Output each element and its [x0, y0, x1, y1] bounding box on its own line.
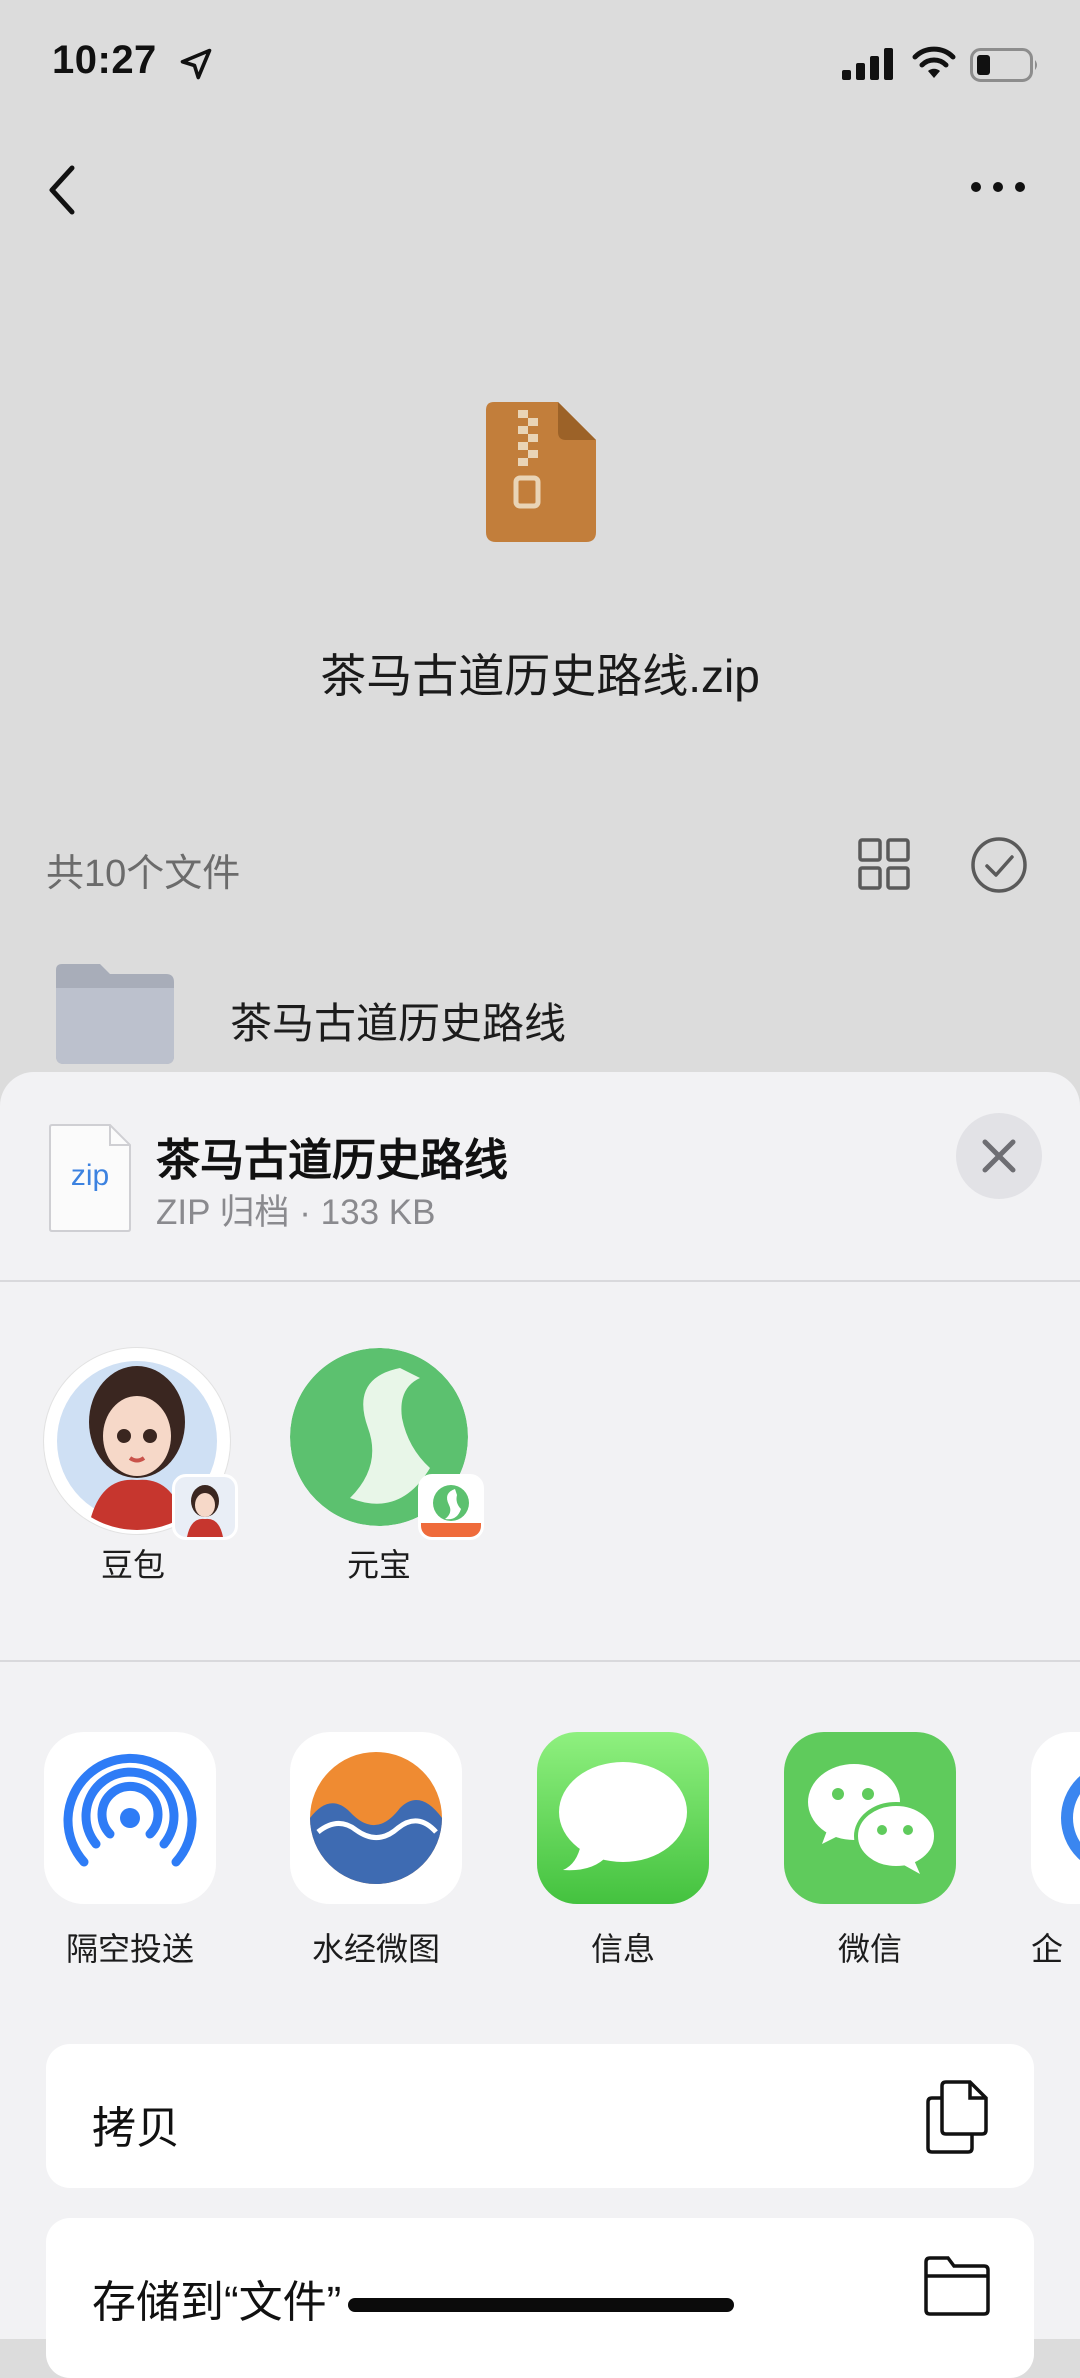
- checkmark-circle-icon[interactable]: [970, 836, 1028, 894]
- app-label: 隔空投送: [65, 1931, 194, 1967]
- sheet-subtitle: ZIP 归档 · 133 KB: [156, 1193, 436, 1232]
- cellular-signal-icon: [842, 48, 893, 80]
- app-partial[interactable]: 企: [1031, 1732, 1080, 1972]
- grid-view-icon[interactable]: [858, 838, 910, 890]
- doubao-badge-icon: [172, 1474, 238, 1540]
- close-button[interactable]: [956, 1113, 1042, 1199]
- partial-app-icon: [1031, 1732, 1080, 1904]
- sheet-file-icon-label: zip: [70, 1159, 110, 1192]
- file-title: 茶马古道历史路线.zip: [320, 650, 760, 702]
- wifi-icon: [912, 46, 956, 78]
- sheet-file-icon: zip: [48, 1123, 132, 1233]
- file-list-item[interactable]: 茶马古道历史路线: [0, 944, 1080, 1072]
- status-time: 10:27: [52, 38, 157, 82]
- app-label: 信息: [590, 1931, 655, 1967]
- folder-outline-icon: [924, 2256, 990, 2316]
- folder-icon: [56, 964, 174, 1064]
- yuanbao-badge-icon: [418, 1474, 484, 1540]
- zip-archive-icon: [486, 402, 596, 542]
- sheet-divider-top: [0, 1280, 1080, 1282]
- more-options-button[interactable]: [968, 172, 1028, 202]
- app-label: 水经微图: [311, 1931, 440, 1967]
- airdrop-icon: [44, 1732, 216, 1904]
- battery-icon: [970, 48, 1037, 82]
- close-icon: [982, 1139, 1016, 1173]
- app-label: 企: [1031, 1931, 1064, 1967]
- copy-icon: [926, 2080, 988, 2154]
- location-arrow-icon: [180, 48, 212, 80]
- folder-name: 茶马古道历史路线: [230, 1000, 567, 1047]
- action-label: 拷贝: [92, 2104, 180, 2153]
- back-button[interactable]: [40, 160, 90, 220]
- home-indicator[interactable]: [348, 2298, 734, 2312]
- shuijing-weitu-icon: [290, 1732, 462, 1904]
- messages-icon: [537, 1732, 709, 1904]
- contact-label: 豆包: [100, 1547, 165, 1583]
- sheet-title: 茶马古道历史路线: [156, 1136, 508, 1185]
- sheet-divider-middle: [0, 1660, 1080, 1662]
- action-label: 存储到“文件”: [92, 2278, 342, 2327]
- file-count: 共10个文件: [46, 853, 241, 895]
- app-label: 微信: [837, 1931, 902, 1967]
- contact-label: 元宝: [346, 1547, 411, 1583]
- action-copy[interactable]: 拷贝: [46, 2044, 1034, 2188]
- wechat-icon: [784, 1732, 956, 1904]
